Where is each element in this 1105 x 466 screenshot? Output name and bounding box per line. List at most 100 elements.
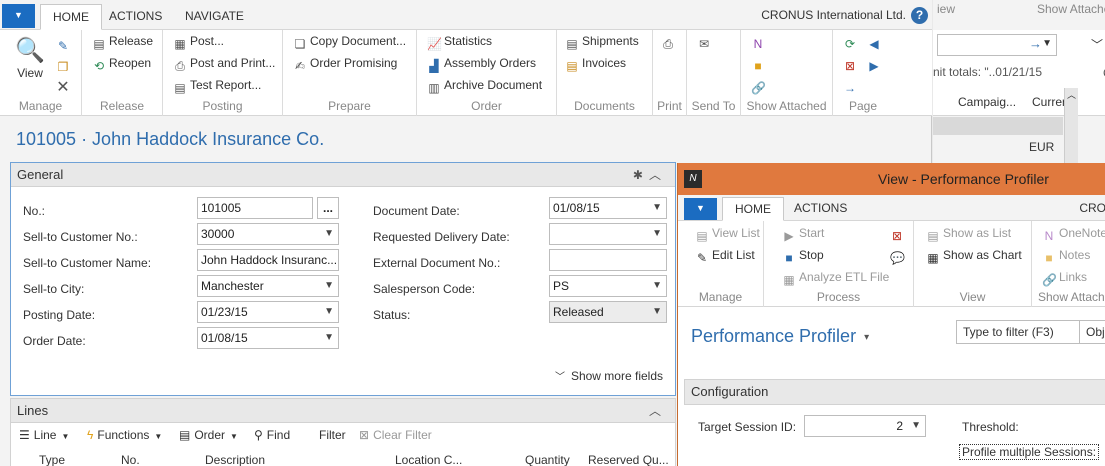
requested-delivery-date-field[interactable]: ▼ xyxy=(549,223,667,245)
chevron-down-icon[interactable]: ﹀ xyxy=(1091,36,1103,53)
view-button[interactable]: 🔍 View xyxy=(10,36,50,80)
app-menu-button[interactable]: ▼ xyxy=(2,4,35,28)
new-document-icon: ❐ xyxy=(57,60,69,74)
column-description[interactable]: Description xyxy=(205,453,265,466)
start-button[interactable]: ▶ Start xyxy=(782,223,824,243)
chevron-down-icon[interactable]: ▼ xyxy=(652,198,662,218)
print-icon: ⎙ xyxy=(175,59,185,73)
send-to-button[interactable]: ✉ xyxy=(697,31,714,51)
onenote-button[interactable]: N xyxy=(751,31,768,51)
column-location-code[interactable]: Location C... xyxy=(395,453,462,466)
background-scrollbar[interactable]: ︿ xyxy=(1064,88,1078,170)
sell-to-customer-no-field[interactable]: 30000 ▼ xyxy=(197,223,339,245)
assembly-orders-button[interactable]: ▟ Assembly Orders xyxy=(427,53,536,73)
invoices-button[interactable]: ▤ Invoices xyxy=(565,53,626,73)
notes-button[interactable]: ■ xyxy=(751,53,768,73)
new-button[interactable]: ❐ xyxy=(56,54,73,74)
chevron-down-icon[interactable]: ▼ xyxy=(911,416,921,436)
show-as-chart-button[interactable]: ▦ Show as Chart xyxy=(926,245,1021,265)
chevron-down-icon[interactable]: ▼ xyxy=(324,302,334,322)
test-report-button[interactable]: ▤ Test Report... xyxy=(173,75,261,95)
profiler-app-menu-button[interactable]: ▼ xyxy=(684,198,717,220)
order-date-field[interactable]: 01/08/15 ▼ xyxy=(197,327,339,349)
functions-menu-button[interactable]: ϟ Functions ▼ xyxy=(87,428,162,442)
reopen-button[interactable]: ⟲ Reopen xyxy=(92,53,151,73)
help-icon[interactable]: ? xyxy=(911,7,928,24)
column-quantity[interactable]: Quantity xyxy=(525,453,570,466)
salesperson-code-field[interactable]: PS ▼ xyxy=(549,275,667,297)
chevron-down-icon[interactable]: ▼ xyxy=(652,224,662,244)
shipments-button[interactable]: ▤ Shipments xyxy=(565,31,638,51)
stop-button[interactable]: ■ Stop xyxy=(782,245,823,265)
external-document-no-field[interactable] xyxy=(549,249,667,271)
profiler-titlebar[interactable]: N View - Performance Profiler xyxy=(678,163,1105,195)
previous-button[interactable]: ◀ xyxy=(867,31,884,51)
tab-home[interactable]: HOME xyxy=(40,4,102,30)
edit-list-button[interactable]: ✎ Edit List xyxy=(695,245,755,265)
print-button[interactable]: ⎙ xyxy=(661,31,678,51)
stop-icon: ■ xyxy=(785,251,793,265)
sell-to-customer-name-field[interactable]: John Haddock Insuranc... xyxy=(197,249,339,271)
release-button[interactable]: ▤ Release xyxy=(92,31,153,51)
view-list-button[interactable]: ▤ View List xyxy=(695,223,759,243)
go-to-button[interactable]: → xyxy=(843,75,860,95)
filter-input[interactable]: Type to filter (F3) Obj xyxy=(956,320,1105,344)
chevron-down-icon[interactable]: ▼ xyxy=(324,276,334,296)
links-button[interactable]: 🔗 Links xyxy=(1042,267,1087,287)
collapse-icon[interactable]: ︿ xyxy=(649,168,667,182)
next-button[interactable]: ▶ xyxy=(867,53,884,73)
assist-edit-button[interactable]: ... xyxy=(317,197,339,219)
column-type[interactable]: Type xyxy=(39,453,65,466)
tab-actions[interactable]: ACTIONS xyxy=(97,4,174,30)
filter-button[interactable]: Filter xyxy=(319,428,346,442)
profiler-tab-actions[interactable]: ACTIONS xyxy=(782,197,859,221)
profiler-page-title[interactable]: Performance Profiler ▾ xyxy=(691,326,869,347)
clear-filter-button[interactable]: ⊠ xyxy=(843,53,860,73)
pencil-icon: ✎ xyxy=(57,39,69,53)
sell-to-city-field[interactable]: Manchester ▼ xyxy=(197,275,339,297)
chevron-down-icon[interactable]: ▼ xyxy=(652,302,662,322)
notes-button[interactable]: ■ Notes xyxy=(1042,245,1090,265)
delete-button[interactable]: ✕ xyxy=(56,75,73,96)
clear-filter-button[interactable]: ⊠ xyxy=(890,223,907,243)
line-menu-button[interactable]: ☰ Line ▼ xyxy=(19,428,69,442)
order-menu-button[interactable]: ▤ Order ▼ xyxy=(179,428,238,442)
column-reserved-quantity[interactable]: Reserved Qu... xyxy=(588,453,669,466)
target-session-id-field[interactable]: 2 ▼ xyxy=(804,415,926,437)
find-button[interactable]: ⚲ Find xyxy=(254,428,290,442)
settings-icon[interactable]: ✱ xyxy=(633,168,649,182)
clear-filter-button[interactable]: ⊠ Clear Filter xyxy=(359,428,432,442)
comment-button[interactable]: 💬 xyxy=(890,245,907,265)
analyze-etl-file-button[interactable]: ▦ Analyze ETL File xyxy=(782,267,889,287)
no-field[interactable]: 101005 xyxy=(197,197,313,219)
profiler-tab-home[interactable]: HOME xyxy=(722,197,784,221)
arrow-right-icon[interactable]: → xyxy=(1029,36,1042,51)
chevron-down-icon[interactable]: ▼ xyxy=(324,224,334,244)
profile-multiple-sessions-label[interactable]: Profile multiple Sessions: xyxy=(959,444,1100,460)
onenote-button[interactable]: N OneNote xyxy=(1042,223,1105,243)
post-and-print-button[interactable]: ⎙ Post and Print... xyxy=(173,53,275,73)
post-button[interactable]: ▦ Post... xyxy=(173,31,224,51)
configuration-fasttab-header[interactable]: Configuration xyxy=(684,379,1105,405)
edit-button[interactable]: ✎ xyxy=(56,33,73,53)
links-button[interactable]: 🔗 xyxy=(751,75,768,95)
refresh-button[interactable]: ⟳ xyxy=(843,31,860,51)
collapse-icon[interactable]: ︿ xyxy=(649,399,667,423)
main-tabbar: ▼ HOME ACTIONS NAVIGATE CRONUS Internati… xyxy=(0,0,932,30)
tab-navigate[interactable]: NAVIGATE xyxy=(173,4,256,30)
document-date-field[interactable]: 01/08/15 ▼ xyxy=(549,197,667,219)
show-as-list-button[interactable]: ▤ Show as List xyxy=(926,223,1011,243)
status-field[interactable]: Released ▼ xyxy=(549,301,667,323)
chevron-down-icon[interactable]: ▼ xyxy=(652,276,662,296)
show-more-fields-link[interactable]: ﹀ Show more fields xyxy=(555,368,663,383)
copy-document-button[interactable]: ❏ Copy Document... xyxy=(293,31,406,51)
lines-header[interactable]: Lines ︿ xyxy=(11,399,675,423)
posting-date-field[interactable]: 01/23/15 ▼ xyxy=(197,301,339,323)
column-no[interactable]: No. xyxy=(121,453,140,466)
order-promising-button[interactable]: ✍ Order Promising xyxy=(293,53,397,73)
filter-field-dropdown[interactable]: Obj xyxy=(1079,321,1105,343)
chevron-down-icon[interactable]: ▼ xyxy=(324,328,334,348)
statistics-button[interactable]: 📈 Statistics xyxy=(427,31,492,51)
general-header[interactable]: General ✱︿ xyxy=(11,163,675,187)
archive-document-button[interactable]: ▥ Archive Document xyxy=(427,75,542,95)
